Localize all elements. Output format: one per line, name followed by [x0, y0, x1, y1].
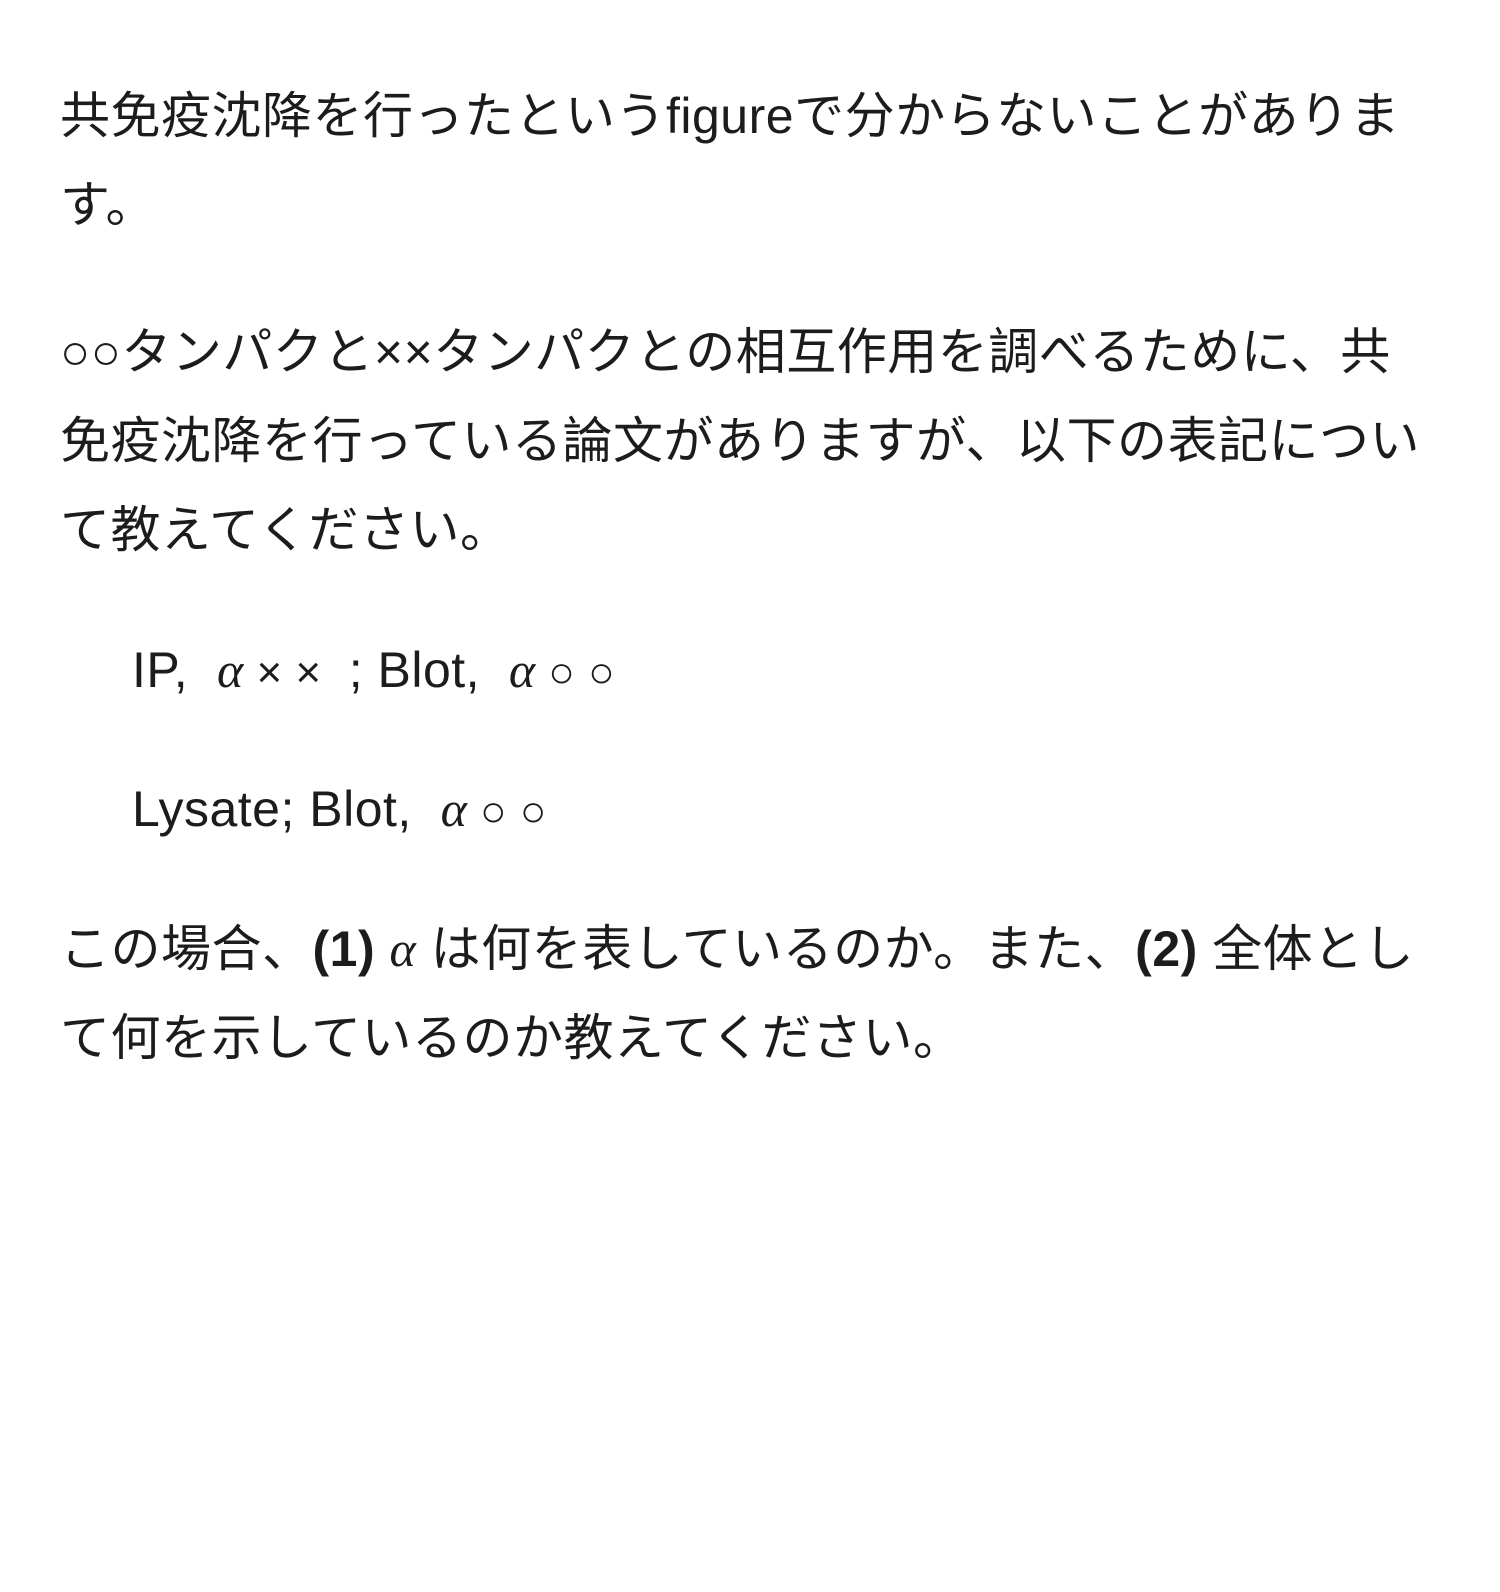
paragraph-3: この場合、(1) α は何を表しているのか。また、(2) 全体として何を示してい…: [60, 905, 1440, 1083]
formula1-mid: ; Blot,: [334, 642, 509, 698]
formula2-prefix: Lysate; Blot,: [132, 781, 441, 837]
paragraph-1: 共免疫沈降を行ったというfigureで分からないことがあります。: [60, 72, 1440, 250]
question-label-1: (1): [313, 921, 376, 977]
question-label-2: (2): [1135, 921, 1198, 977]
paragraph-2: ○○タンパクと××タンパクとの相互作用を調べるために、共免疫沈降を行っている論文…: [60, 308, 1440, 575]
alpha-symbol: α: [441, 781, 468, 837]
formula1-symbols2: ○ ○: [536, 648, 616, 697]
formula-block: IP, α × × ; Blot, α ○ ○ Lysate; Blot, α …: [60, 633, 1440, 847]
formula1-symbols1: × ×: [244, 648, 335, 697]
para3-space1: [375, 921, 389, 977]
alpha-symbol: α: [390, 921, 417, 977]
formula-line-1: IP, α × × ; Blot, α ○ ○: [132, 633, 1440, 708]
alpha-symbol: α: [509, 642, 536, 698]
formula1-prefix: IP,: [132, 642, 217, 698]
para3-text2: は何を表しているのか。また、: [416, 921, 1135, 977]
formula-line-2: Lysate; Blot, α ○ ○: [132, 772, 1440, 847]
para3-text1: この場合、: [60, 921, 313, 977]
formula2-symbols: ○ ○: [467, 787, 547, 836]
alpha-symbol: α: [217, 642, 244, 698]
